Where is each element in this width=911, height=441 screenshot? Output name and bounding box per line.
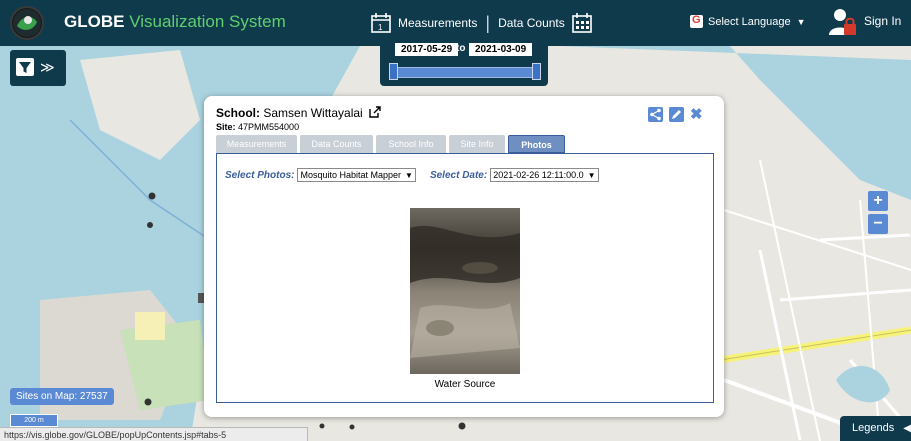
tab-school-info[interactable]: School Info — [376, 135, 446, 153]
chevron-down-icon: ▼ — [796, 16, 806, 27]
app-title: GLOBE Visualization System — [64, 12, 286, 32]
close-icon[interactable]: ✖ — [690, 107, 703, 122]
data-counts-link[interactable]: Data Counts — [498, 16, 565, 30]
google-translate-icon: G — [690, 14, 703, 28]
user-lock-icon[interactable] — [829, 7, 857, 37]
filter-icon — [16, 58, 34, 76]
language-selector[interactable]: G Select Language ▼ — [690, 14, 806, 28]
zoom-in-button[interactable]: + — [868, 191, 888, 211]
photos-panel: Select Photos: Mosquito Habitat Mapper ▼… — [216, 153, 714, 403]
tab-data-counts[interactable]: Data Counts — [300, 135, 373, 153]
select-date-dropdown[interactable]: 2021-02-26 12:11:00.0 ▼ — [490, 168, 599, 182]
tab-photos[interactable]: Photos — [508, 135, 565, 153]
popup-tabs: Measurements Data Counts School Info Sit… — [216, 135, 568, 153]
svg-text:1: 1 — [378, 23, 383, 32]
legends-label: Legends — [852, 422, 895, 434]
language-label: Select Language — [708, 15, 791, 28]
select-date-value: 2021-02-26 12:11:00.0 — [493, 170, 584, 180]
photo-select-row: Select Photos: Mosquito Habitat Mapper ▼… — [225, 168, 599, 182]
date-to-label: to — [456, 43, 466, 54]
date-slider-start-handle[interactable] — [389, 63, 398, 80]
date-slider-end-handle[interactable] — [532, 63, 541, 80]
date-slider-track[interactable] — [392, 67, 540, 78]
chevron-double-down-icon: ≫ — [40, 59, 55, 75]
select-photos-label: Select Photos: — [225, 169, 295, 181]
tab-site-info[interactable]: Site Info — [449, 135, 505, 153]
sites-count-badge: Sites on Map: 27537 — [10, 388, 114, 405]
school-line: School: Samsen Wittayalai — [216, 106, 381, 120]
water-source-photo[interactable] — [410, 208, 520, 374]
sign-in-link[interactable]: Sign In — [864, 14, 901, 28]
select-date-label: Select Date: — [429, 169, 488, 181]
chevron-down-icon: ▼ — [405, 170, 413, 180]
zoom-controls: + − — [868, 191, 888, 237]
start-date-field[interactable]: 2017-05-29 — [395, 43, 459, 56]
nav-center: 1 Measurements | Data Counts — [370, 8, 593, 38]
legends-button[interactable]: Legends ◀ — [840, 416, 911, 441]
browser-status-url: https://vis.globe.gov/GLOBE/popUpContent… — [0, 427, 308, 441]
nav-separator: | — [485, 12, 491, 33]
tab-measurements[interactable]: Measurements — [216, 135, 297, 153]
end-date-field[interactable]: 2021-03-09 — [469, 43, 533, 56]
popup-actions: ✖ — [648, 107, 703, 122]
external-link-icon[interactable] — [369, 106, 381, 118]
share-icon[interactable] — [648, 107, 663, 122]
site-popup: School: Samsen Wittayalai Site: 47PMM554… — [204, 96, 724, 417]
school-label: School: — [216, 106, 260, 120]
calendar-grid-icon[interactable] — [571, 12, 593, 34]
select-photos-value: Mosquito Habitat Mapper — [300, 170, 402, 180]
map-scale-bar: 200 m — [10, 414, 58, 427]
edit-icon[interactable] — [669, 107, 684, 122]
app-title-accent: Visualization System — [129, 12, 286, 31]
globe-logo-icon[interactable] — [10, 6, 44, 40]
calendar-icon[interactable]: 1 — [370, 12, 392, 34]
school-name: Samsen Wittayalai — [263, 106, 363, 120]
site-id: 47PMM554000 — [238, 122, 300, 132]
zoom-out-button[interactable]: − — [868, 214, 888, 234]
app-title-main: GLOBE — [64, 12, 125, 31]
measurements-link[interactable]: Measurements — [398, 16, 477, 30]
site-label: Site: — [216, 122, 236, 132]
chevron-down-icon: ▼ — [587, 170, 596, 180]
date-range-control: 2017-05-29 to 2021-03-09 — [380, 40, 548, 86]
site-line: Site: 47PMM554000 — [216, 122, 299, 132]
filter-button[interactable]: ≫ — [10, 50, 66, 86]
photo-caption: Water Source — [434, 379, 496, 390]
chevron-left-icon: ◀ — [903, 423, 911, 434]
select-photos-dropdown[interactable]: Mosquito Habitat Mapper ▼ — [297, 168, 416, 182]
